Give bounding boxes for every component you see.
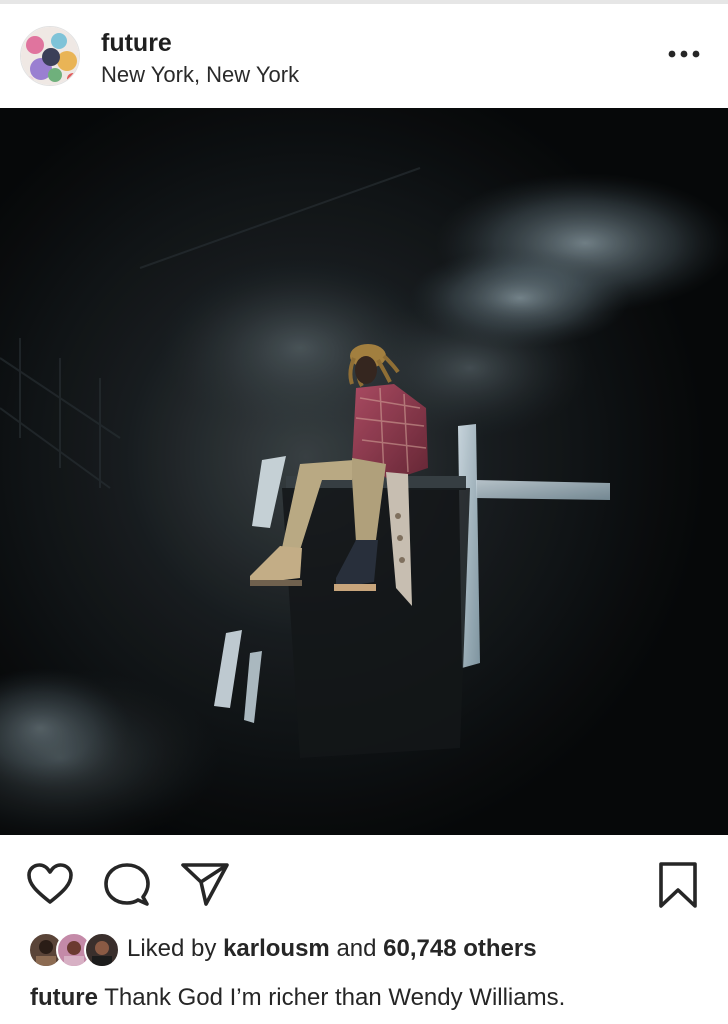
liker-avatar [84, 932, 120, 968]
likes-count[interactable]: 60,748 others [383, 935, 536, 962]
profile-avatar[interactable] [20, 26, 80, 86]
heart-icon [27, 863, 73, 904]
liker-avatars[interactable] [28, 932, 120, 968]
post-actions-bar [0, 835, 728, 930]
likes-connector: and [336, 935, 377, 962]
likes-summary: Liked by karlousm and 60,748 others [0, 928, 728, 970]
post-username[interactable]: future [101, 28, 172, 58]
bookmark-icon [659, 862, 697, 908]
comment-icon [104, 863, 150, 906]
likes-text[interactable]: Liked by karlousm and 60,748 others [127, 934, 537, 964]
stage-photo-image [0, 108, 728, 835]
post-photo[interactable] [0, 108, 728, 835]
save-button[interactable] [657, 861, 699, 909]
like-button[interactable] [26, 862, 74, 906]
avatar-art-icon [21, 27, 79, 85]
caption-text: Thank God I’m richer than Wendy Williams… [104, 984, 566, 1011]
post-header: future New York, New York [0, 4, 728, 108]
post-location[interactable]: New York, New York [101, 61, 299, 89]
paper-plane-icon [181, 863, 229, 906]
likes-prefix: Liked by [127, 935, 217, 962]
more-horizontal-icon [668, 50, 700, 58]
more-options-button[interactable] [664, 40, 708, 68]
post-caption: future Thank God I’m richer than Wendy W… [30, 983, 565, 1013]
liker-username[interactable]: karlousm [223, 935, 330, 962]
share-button[interactable] [180, 861, 230, 907]
caption-username[interactable]: future [30, 984, 98, 1011]
comment-button[interactable] [103, 861, 151, 909]
